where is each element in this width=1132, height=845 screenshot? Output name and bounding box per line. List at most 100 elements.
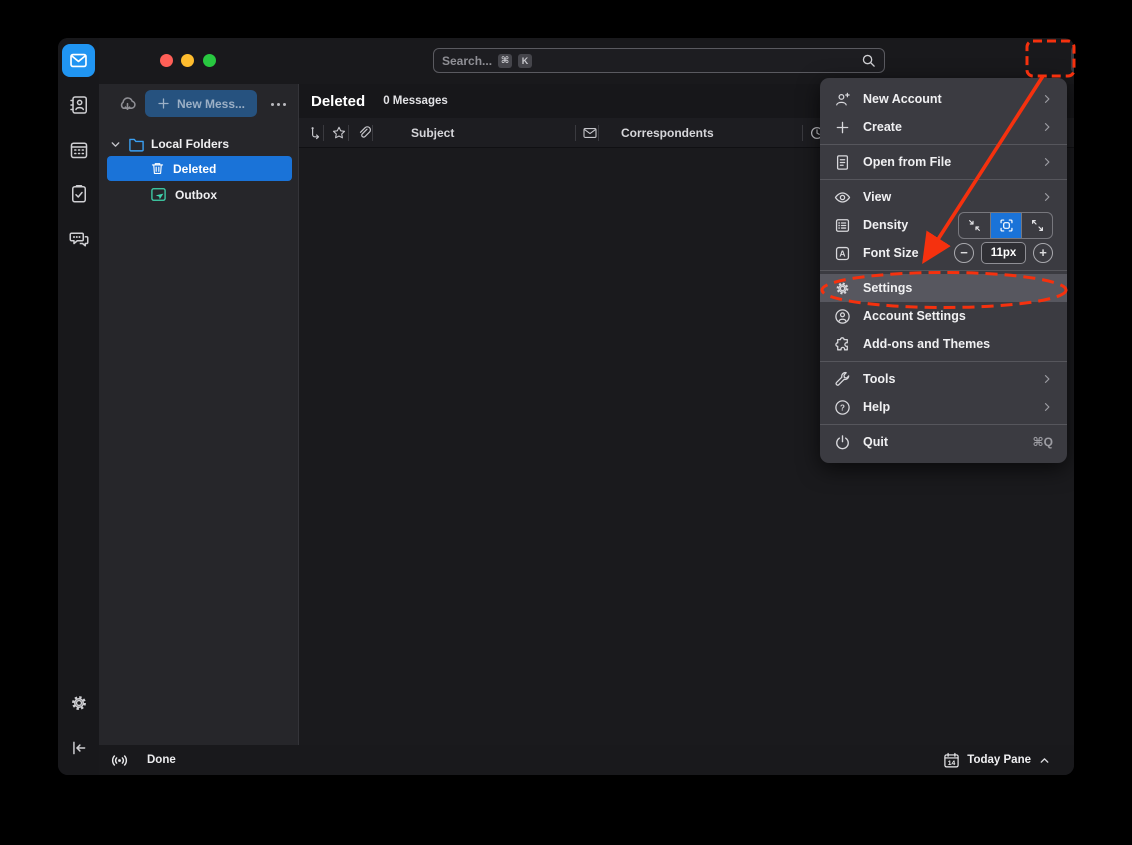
density-icon [834,217,851,234]
today-pane-toggle[interactable]: 14 Today Pane [943,752,1051,769]
folder-label: Deleted [173,162,216,176]
menu-divider [820,179,1067,180]
help-icon: ? [834,399,851,416]
account-settings-icon [834,308,851,325]
svg-text:A: A [839,248,845,258]
menu-item-create[interactable]: Create [820,113,1067,141]
font-size-increase-button[interactable]: + [1033,243,1053,263]
menu-item-open-from-file[interactable]: Open from File [820,148,1067,176]
cmd-keycap: ⌘ [498,54,512,68]
tasks-icon [69,184,89,204]
search-icon [861,53,876,68]
collapse-spaces-button[interactable] [65,734,93,762]
trash-icon [150,161,165,176]
tasks-space-button[interactable] [65,180,93,208]
thread-column-icon[interactable] [308,125,324,141]
chevron-right-icon [1041,93,1053,105]
new-message-label: New Mess... [177,97,245,111]
mail-space-button[interactable] [62,44,95,77]
folder-outbox[interactable]: Outbox [107,182,292,207]
svg-text:14: 14 [948,759,956,766]
density-compact-button[interactable] [959,213,990,238]
address-book-icon [69,95,89,115]
menu-item-account-settings[interactable]: Account Settings [820,302,1067,330]
chevron-up-icon [1038,754,1051,767]
chevron-down-icon [109,138,122,151]
minimize-button[interactable] [181,54,194,67]
menu-divider [820,270,1067,271]
gear-icon [834,280,851,297]
k-keycap: K [518,54,532,68]
menu-item-font-size: A Font Size − 11px + [820,239,1067,267]
power-icon [834,434,851,451]
attachment-column-icon[interactable] [356,125,372,141]
font-size-control: − 11px + [954,242,1053,264]
app-menu-popup: New Account Create Open from File [820,78,1067,463]
search-placeholder: Search... [442,54,492,68]
new-message-button[interactable]: New Mess... [145,90,257,117]
puzzle-icon [834,336,851,353]
menu-item-tools[interactable]: Tools [820,365,1067,393]
read-status-column-icon[interactable] [582,125,598,141]
font-size-decrease-button[interactable]: − [954,243,974,263]
app-menu-button[interactable] [1071,45,1074,74]
star-column-icon[interactable] [331,125,347,141]
mail-envelope-icon [69,51,88,70]
spaces-settings-button[interactable] [65,689,93,717]
get-messages-button[interactable] [115,92,139,116]
message-count: 0 Messages [383,95,448,107]
density-segmented-control [958,212,1053,239]
gear-icon [69,693,89,713]
plus-icon [157,97,170,110]
collapse-left-icon [70,739,88,757]
folder-deleted[interactable]: Deleted [107,156,292,181]
folder-pane-options-button[interactable] [267,94,289,114]
search-input[interactable]: Search... ⌘ K [433,48,885,73]
calendar-icon [69,140,89,160]
chat-space-button[interactable] [65,225,93,253]
subject-column-header[interactable]: Subject [411,126,454,140]
folder-label: Outbox [175,188,217,202]
folder-label: Local Folders [151,137,229,151]
today-pane-calendar-icon: 14 [943,752,960,769]
thread-pane-title: Deleted [311,93,365,110]
menu-item-quit[interactable]: Quit ⌘Q [820,428,1067,456]
font-size-value: 11px [981,242,1026,264]
cloud-download-icon [117,94,138,115]
menu-item-view[interactable]: View [820,183,1067,211]
menu-item-new-account[interactable]: New Account [820,85,1067,113]
create-plus-icon [834,119,851,136]
chevron-right-icon [1041,121,1053,133]
chat-icon [69,229,89,249]
new-account-icon [834,91,851,108]
spaces-toolbar [58,38,99,775]
zoom-button[interactable] [203,54,216,67]
close-button[interactable] [160,54,173,67]
file-icon [834,154,851,171]
menu-divider [820,144,1067,145]
status-bar: Done 14 Today Pane [99,745,1074,775]
activity-icon [110,751,129,770]
chevron-right-icon [1041,156,1053,168]
app-window: Search... ⌘ K New [58,38,1074,775]
address-book-space-button[interactable] [65,91,93,119]
menu-item-settings[interactable]: Settings [820,274,1067,302]
density-relaxed-button[interactable] [1021,213,1052,238]
wrench-icon [834,371,851,388]
chevron-right-icon [1041,373,1053,385]
folder-pane-header: New Mess... [99,84,298,124]
menu-item-addons-themes[interactable]: Add-ons and Themes [820,330,1067,358]
svg-text:?: ? [840,403,845,412]
today-pane-label: Today Pane [967,754,1031,766]
calendar-space-button[interactable] [65,136,93,164]
menu-item-help[interactable]: ? Help [820,393,1067,421]
more-options-icon [271,103,274,106]
menu-divider [820,361,1067,362]
menu-divider [820,424,1067,425]
status-text: Done [147,754,176,766]
chevron-right-icon [1041,401,1053,413]
correspondents-column-header[interactable]: Correspondents [621,126,714,140]
folder-local-folders[interactable]: Local Folders [109,133,229,155]
density-default-button[interactable] [990,213,1021,238]
menu-item-density: Density [820,211,1067,239]
